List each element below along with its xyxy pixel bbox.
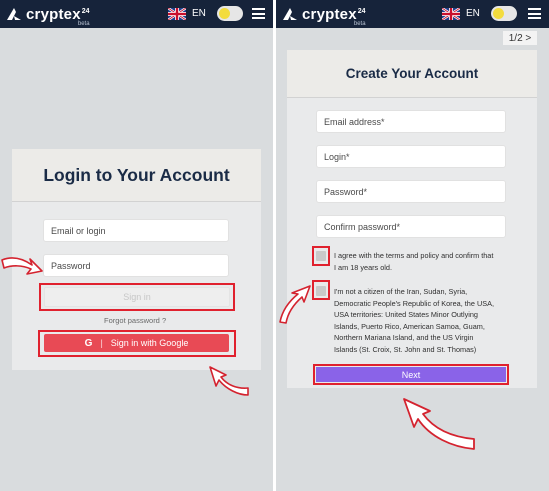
top-bar: cryptex 24 beta EN bbox=[276, 0, 549, 28]
citizenship-line: I'm not a citizen of the Iran, Sudan, Sy… bbox=[334, 287, 468, 296]
email-address-input[interactable]: Email address* bbox=[316, 110, 506, 133]
theme-toggle-icon[interactable] bbox=[217, 6, 243, 21]
hand-drawn-arrow-icon bbox=[279, 285, 311, 324]
brand-logo[interactable]: cryptex 24 beta bbox=[6, 4, 90, 27]
login-input[interactable]: Login* bbox=[316, 145, 506, 168]
password-input[interactable]: Password* bbox=[316, 180, 506, 203]
citizenship-checkbox-highlight bbox=[312, 280, 330, 300]
top-bar: cryptex 24 beta EN bbox=[0, 0, 273, 28]
login-screen: cryptex 24 beta EN Login to Your Account… bbox=[0, 0, 273, 491]
confirm-password-input[interactable]: Confirm password* bbox=[316, 215, 506, 238]
email-or-login-input[interactable]: Email or login bbox=[43, 219, 229, 242]
terms-line: I agree with the terms and policy and co… bbox=[334, 251, 494, 260]
brand-beta-tag: beta bbox=[77, 20, 90, 27]
citizenship-line: Islands (St. Croix, St. John and St. Tho… bbox=[334, 344, 477, 354]
cryptex-logo-icon bbox=[7, 8, 21, 20]
brand-superscript: 24 bbox=[81, 7, 90, 15]
language-label[interactable]: EN bbox=[192, 8, 206, 19]
hand-drawn-arrow-icon bbox=[209, 366, 249, 396]
citizenship-line: USA territories: United States Minor Out… bbox=[334, 310, 478, 319]
register-title: Create Your Account bbox=[287, 50, 537, 98]
citizenship-text: I'm not a citizen of the Iran, Sudan, Sy… bbox=[334, 286, 534, 355]
brand-name: cryptex bbox=[302, 5, 357, 23]
sign-in-highlight bbox=[39, 283, 235, 311]
uk-flag-icon[interactable] bbox=[168, 8, 186, 20]
login-title: Login to Your Account bbox=[12, 149, 261, 202]
hamburger-menu-icon[interactable] bbox=[528, 8, 541, 19]
brand-superscript: 24 bbox=[357, 7, 366, 15]
citizenship-line: Northern Mariana Island, and the US Virg… bbox=[334, 333, 474, 342]
terms-text: I agree with the terms and policy and co… bbox=[334, 250, 534, 273]
password-input[interactable]: Password bbox=[43, 254, 229, 277]
brand-name: cryptex bbox=[26, 5, 81, 23]
citizenship-line: Democratic People's Republic of Korea, t… bbox=[334, 298, 494, 308]
forgot-password-link[interactable]: Forgot password ? bbox=[104, 316, 166, 325]
terms-checkbox-highlight bbox=[312, 246, 330, 266]
register-screen: cryptex 24 beta EN 1/2 > Create Your Acc… bbox=[276, 0, 549, 491]
uk-flag-icon[interactable] bbox=[442, 8, 460, 20]
hand-drawn-arrow-icon bbox=[1, 257, 43, 275]
next-button-highlight bbox=[313, 364, 509, 385]
hand-drawn-arrow-icon bbox=[403, 398, 475, 450]
google-button-highlight bbox=[38, 330, 236, 357]
brand-beta-tag: beta bbox=[353, 20, 366, 27]
step-pager[interactable]: 1/2 > bbox=[503, 31, 537, 45]
brand-logo[interactable]: cryptex 24 beta bbox=[282, 4, 366, 27]
citizenship-line: Islands, Puerto Rico, American Samoa, Gu… bbox=[334, 321, 485, 331]
terms-line: I am 18 years old. bbox=[334, 262, 392, 272]
language-label[interactable]: EN bbox=[466, 8, 480, 19]
theme-toggle-icon[interactable] bbox=[491, 6, 517, 21]
cryptex-logo-icon bbox=[283, 8, 297, 20]
hamburger-menu-icon[interactable] bbox=[252, 8, 265, 19]
